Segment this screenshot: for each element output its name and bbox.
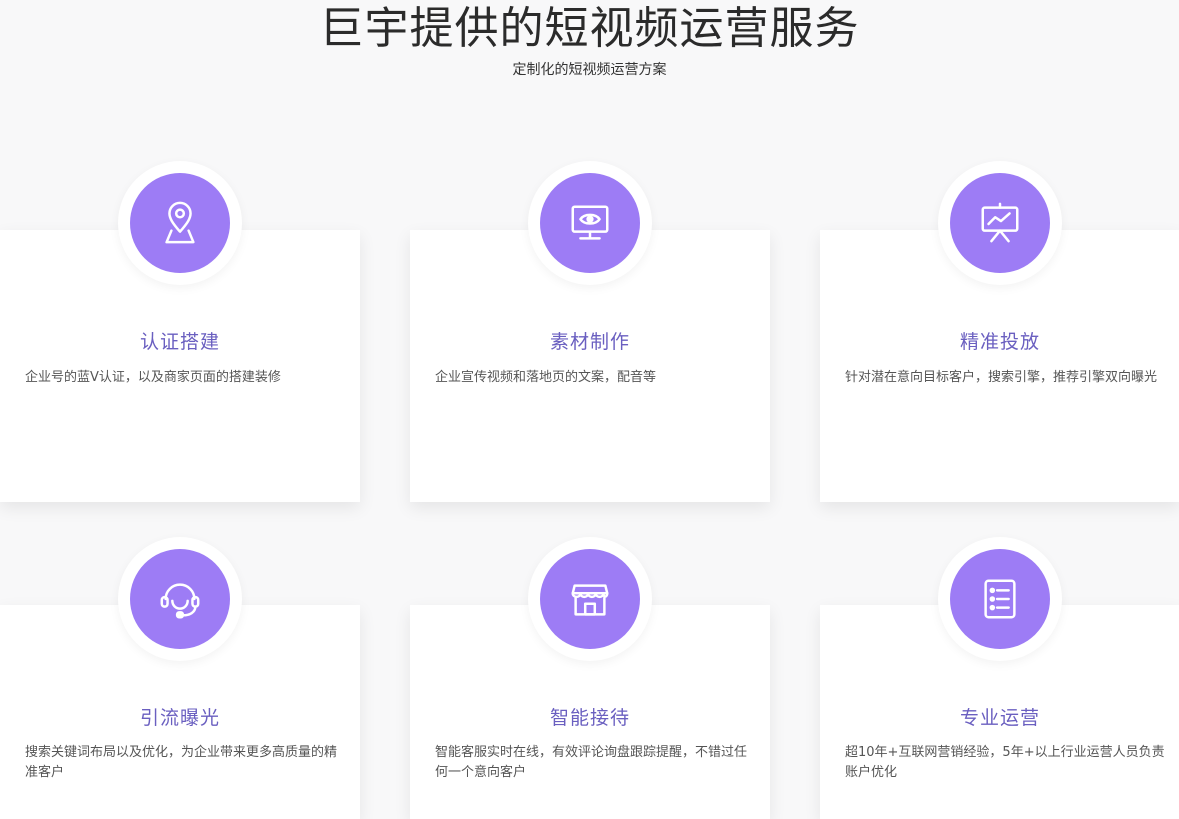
- header: 巨宇提供的短视频运营服务 定制化的短视频运营方案: [0, 0, 1179, 79]
- service-description: 企业号的蓝V认证，以及商家页面的搭建装修: [25, 370, 281, 385]
- presentation-chart-icon: [981, 202, 1019, 243]
- service-description: 针对潜在意向目标客户，搜索引擎，推荐引擎双向曝光: [845, 370, 1158, 385]
- service-title: 认证搭建: [139, 331, 220, 353]
- service-icon-badge: [118, 161, 242, 285]
- service-icon-badge: [118, 537, 242, 661]
- service-icon-badge: [528, 161, 652, 285]
- service-description: 搜索关键词布局以及优化，为企业带来更多高质量的精准客户: [25, 745, 338, 780]
- storefront-icon: [571, 584, 609, 616]
- location-pin-icon: [165, 201, 195, 244]
- service-title: 素材制作: [549, 331, 630, 353]
- monitor-eye-icon: [571, 205, 609, 240]
- service-title: 精准投放: [959, 331, 1040, 353]
- service-title: 专业运营: [959, 707, 1040, 729]
- headset-icon: [160, 583, 200, 619]
- service-description: 企业宣传视频和落地页的文案，配音等: [435, 370, 657, 385]
- page-title: 巨宇提供的短视频运营服务: [319, 3, 860, 54]
- checklist-icon: [984, 579, 1016, 619]
- service-icon-badge: [938, 537, 1062, 661]
- service-description: 超10年+互联网营销经验，5年+以上行业运营人员负责账户优化: [845, 745, 1165, 780]
- service-icon-badge: [938, 161, 1062, 285]
- service-description: 智能客服实时在线，有效评论询盘跟踪提醒，不错过任何一个意向客户: [435, 745, 748, 780]
- service-title: 引流曝光: [139, 707, 220, 729]
- service-icon-badge: [528, 537, 652, 661]
- page-subtitle: 定制化的短视频运营方案: [512, 62, 667, 78]
- service-title: 智能接待: [549, 707, 630, 729]
